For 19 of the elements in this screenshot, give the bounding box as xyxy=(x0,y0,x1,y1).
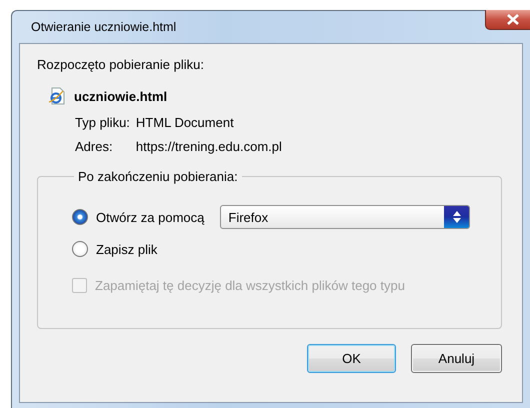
radio-button[interactable] xyxy=(72,209,88,225)
option-label[interactable]: Otwórz za pomocą xyxy=(96,210,204,224)
detail-value: https://trening.edu.com.pl xyxy=(136,139,282,155)
group-legend: Po zakończeniu pobierania: xyxy=(74,169,242,184)
dialog-button[interactable]: OK xyxy=(307,344,396,373)
updown-arrows-icon xyxy=(452,211,461,223)
file-name: uczniowie.html xyxy=(74,88,168,104)
detail-label: Typ pliku: xyxy=(75,115,130,131)
dialog-button[interactable]: Anuluj xyxy=(411,344,502,373)
application-select[interactable]: Firefox xyxy=(220,205,470,229)
detail-label: Adres: xyxy=(75,139,114,155)
option-label[interactable]: Zapisz plik xyxy=(96,242,158,256)
close-button[interactable] xyxy=(485,10,530,30)
close-icon xyxy=(507,14,519,25)
radio-button[interactable] xyxy=(72,241,88,257)
intro-text: Rozpoczęto pobieranie pliku: xyxy=(37,57,205,73)
detail-value: HTML Document xyxy=(136,115,235,131)
html-file-icon xyxy=(48,87,66,105)
window-title: Otwieranie uczniowie.html xyxy=(30,20,176,34)
